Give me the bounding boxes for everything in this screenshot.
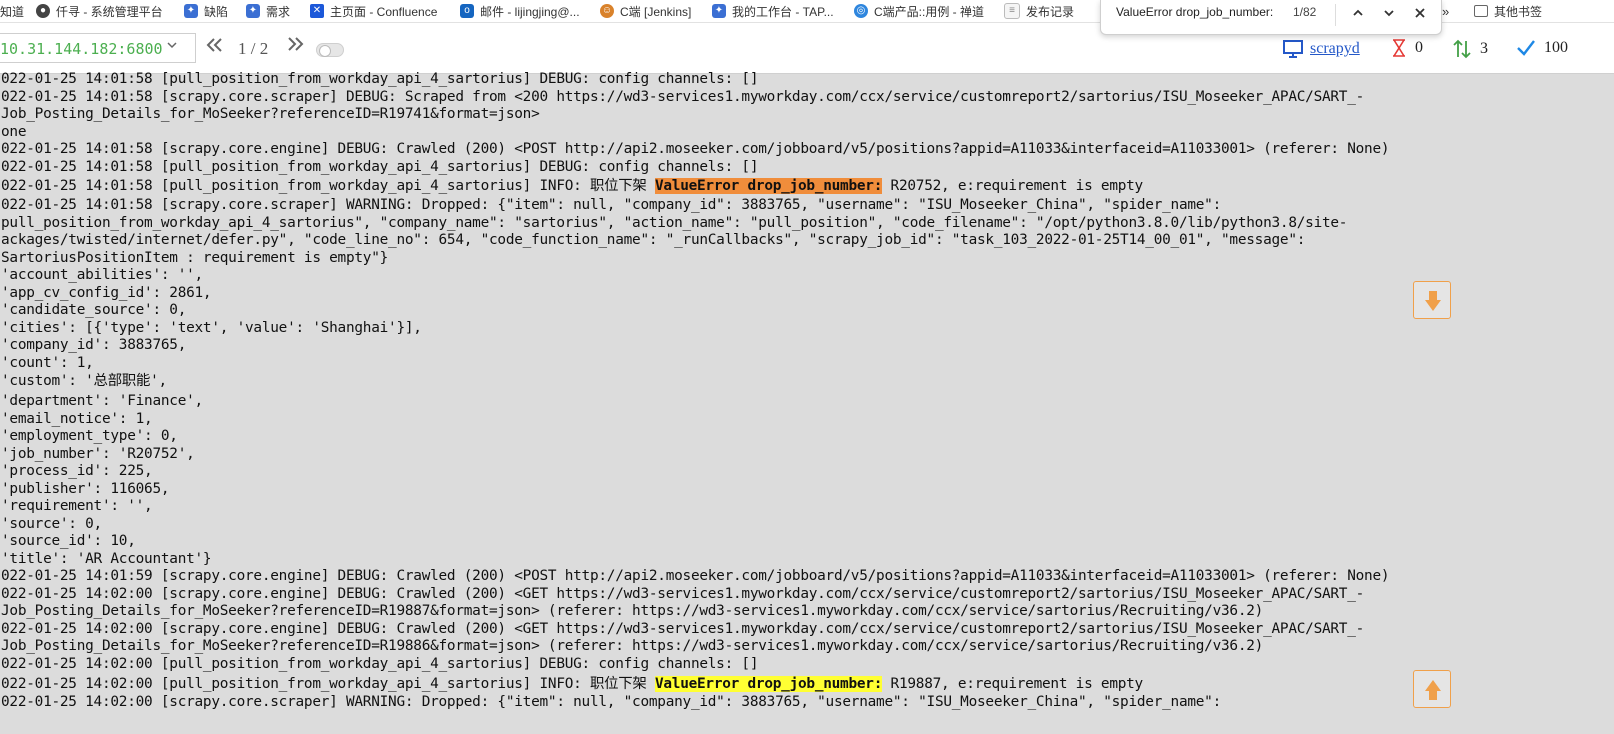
find-bar: ValueError drop_job_number: 1/82 (1100, 0, 1442, 35)
log-line: 022-01-25 14:02:00 [pull_position_from_w… (1, 656, 759, 672)
log-line: 022-01-25 14:02:00 [scrapy.core.engine] … (1, 586, 1365, 602)
log-line: 022-01-25 14:01:58 [scrapy.core.scraper]… (1, 197, 1222, 213)
monitor-icon (1283, 40, 1303, 58)
doc-icon: ≡ (1004, 3, 1020, 19)
log-line: SartoriusPositionItem : requirement is e… (1, 250, 389, 266)
bookmark-5[interactable]: o 邮件 - lijingjing@... (460, 0, 580, 22)
running-count[interactable]: 3 (1452, 39, 1488, 59)
pending-count[interactable]: 0 (1392, 39, 1423, 57)
log-line: 'custom': '总部职能', (1, 373, 167, 389)
host-select[interactable]: 10.31.144.182:6800 (0, 33, 196, 63)
confluence-icon: ✕ (310, 4, 324, 18)
log-line: 'source': 0, (1, 516, 102, 532)
double-chevron-right-icon (288, 37, 304, 51)
page-indicator: 1 / 2 (238, 39, 269, 58)
log-line: 022-01-25 14:02:00 [scrapy.core.engine] … (1, 621, 1365, 637)
tapd-icon: ✦ (184, 4, 198, 18)
bookmark-0[interactable]: 知道 (0, 0, 24, 22)
node-label[interactable]: scrapyd (1310, 40, 1360, 58)
scroll-top-button[interactable] (1413, 670, 1451, 708)
log-line: 022-01-25 14:02:00 [pull_position_from_w… (1, 676, 1143, 692)
log-output: 022-01-25 14:01:58 [pull_position_from_w… (0, 70, 1614, 734)
bookmark-2[interactable]: ✦ 缺陷 (184, 0, 228, 22)
log-line: Job_Posting_Details_for_MoSeeker?referen… (1, 106, 540, 122)
bookmark-6[interactable]: ☺ C端 [Jenkins] (600, 0, 691, 22)
log-line: 'count': 1, (1, 355, 94, 371)
bookmark-9[interactable]: ≡ 发布记录 (1004, 0, 1074, 22)
log-line: 'process_id': 225, (1, 463, 153, 479)
find-highlight-match: ValueError drop_job_number: (654, 676, 883, 692)
chevron-down-icon (166, 38, 178, 54)
log-line: 'app_cv_config_id': 2861, (1, 285, 212, 301)
prev-page-button[interactable] (206, 37, 224, 57)
log-line: one (1, 123, 27, 140)
auto-refresh-toggle[interactable] (316, 43, 344, 57)
log-line: Job_Posting_Details_for_MoSeeker?referen… (1, 603, 1264, 619)
bookmark-10[interactable]: 其他书签 (1474, 0, 1542, 22)
log-line: 'email_notice': 1, (1, 411, 153, 427)
jenkins-icon: ☺ (600, 4, 614, 18)
log-line: 022-01-25 14:01:58 [scrapy.core.scraper]… (1, 88, 1365, 105)
log-line: 'account_abilities': '', (1, 267, 203, 283)
log-line: 022-01-25 14:01:59 [scrapy.core.engine] … (1, 568, 1390, 584)
log-line: 'title': 'AR Accountant'} (1, 551, 212, 567)
log-line: pull_position_from_workday_api_4_sartori… (1, 215, 1348, 231)
find-close-button[interactable] (1408, 2, 1432, 26)
bookmark-4[interactable]: ✕ 主页面 - Confluence (310, 0, 437, 22)
log-line: 'candidate_source': 0, (1, 302, 187, 318)
log-line: 'source_id': 10, (1, 533, 136, 549)
log-line: ackages/twisted/internet/defer.py", "cod… (1, 232, 1306, 248)
log-line: Job_Posting_Details_for_MoSeeker?referen… (1, 638, 1264, 654)
bookmark-1[interactable]: ● 仟寻 - 系统管理平台 (36, 0, 163, 22)
find-highlight-current: ValueError drop_job_number: (654, 178, 883, 194)
bookmark-7[interactable]: ✦ 我的工作台 - TAP... (712, 0, 834, 22)
next-page-button[interactable] (286, 35, 304, 58)
arrow-down-icon (1425, 291, 1441, 311)
globe-icon: ◎ (854, 4, 868, 18)
folder-icon (1474, 5, 1488, 17)
find-divider (1335, 4, 1336, 26)
scroll-bottom-button[interactable] (1413, 281, 1451, 319)
github-icon: ● (36, 4, 50, 18)
log-line: 'publisher': 116065, (1, 481, 170, 497)
find-query[interactable]: ValueError drop_job_number: (1116, 5, 1273, 19)
bookmark-3[interactable]: ✦ 需求 (246, 0, 290, 22)
log-line: 'department': 'Finance', (1, 393, 203, 409)
finished-count[interactable]: 100 (1516, 39, 1568, 57)
chevron-down-icon (1384, 10, 1394, 17)
chevron-up-icon (1353, 9, 1363, 16)
check-icon (1517, 40, 1535, 56)
double-chevron-right-icon: » (1442, 3, 1450, 19)
node-link[interactable]: scrapyd (1282, 39, 1360, 59)
log-line: 'company_id': 3883765, (1, 337, 187, 353)
tapd-icon: ✦ (712, 4, 726, 18)
bookmark-8[interactable]: ◎ C端产品::用例 - 禅道 (854, 0, 984, 22)
close-icon (1415, 8, 1425, 18)
arrow-up-icon (1425, 680, 1441, 700)
log-line: 022-01-25 14:01:58 [pull_position_from_w… (1, 71, 759, 87)
tapd-icon: ✦ (246, 4, 260, 18)
find-prev-button[interactable] (1346, 2, 1370, 26)
pager: 1 / 2 (206, 37, 304, 58)
log-line: 'employment_type': 0, (1, 428, 178, 444)
log-line: 022-01-25 14:02:00 [scrapy.core.scraper]… (1, 694, 1222, 710)
log-line: 'cities': [{'type': 'text', 'value': 'Sh… (1, 320, 422, 336)
find-next-button[interactable] (1377, 2, 1401, 26)
find-match-count: 1/82 (1293, 5, 1317, 19)
bookmarks-overflow[interactable]: » (1442, 0, 1449, 22)
log-line: 'job_number': 'R20752', (1, 446, 195, 462)
outlook-icon: o (460, 4, 474, 18)
log-line: 'requirement': '', (1, 498, 153, 514)
hourglass-icon (1393, 39, 1405, 57)
double-chevron-left-icon (206, 38, 222, 52)
host-value: 10.31.144.182:6800 (0, 40, 163, 58)
log-line: 022-01-25 14:01:58 [pull_position_from_w… (1, 178, 1143, 194)
sort-arrows-icon (1453, 39, 1471, 59)
log-line: 022-01-25 14:01:58 [pull_position_from_w… (1, 159, 759, 175)
log-line: 022-01-25 14:01:58 [scrapy.core.engine] … (1, 141, 1390, 157)
